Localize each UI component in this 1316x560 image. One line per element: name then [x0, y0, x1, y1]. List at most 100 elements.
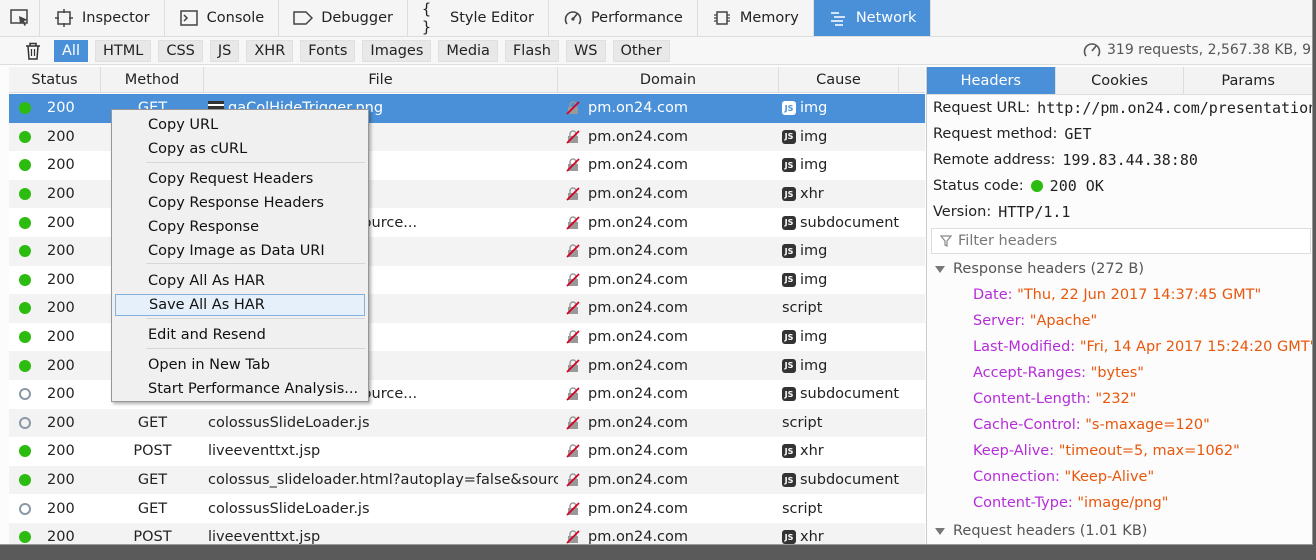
filter-all[interactable]: All: [54, 39, 88, 62]
cause-cell: script: [779, 415, 925, 431]
performance-icon: [563, 8, 583, 28]
status-code: 200: [47, 271, 75, 288]
insecure-lock-icon: [566, 101, 580, 115]
cause-type: subdocument: [800, 214, 900, 231]
filter-fonts[interactable]: Fonts: [300, 39, 356, 62]
request-headers-title: Request headers (1.01 KB): [953, 523, 1148, 539]
status-cell: 200: [9, 443, 101, 459]
request-row[interactable]: 200 POST liveeventtxt.jsp pm.on24.com JS xhr: [9, 522, 925, 545]
cause-type: img: [800, 243, 828, 260]
status-code: 200: [47, 128, 75, 145]
domain-cell: pm.on24.com: [558, 443, 779, 459]
cause-cell: JS img: [779, 129, 925, 145]
tab-debugger[interactable]: Debugger: [279, 0, 408, 36]
tab-headers[interactable]: Headers: [927, 67, 1056, 94]
col-domain[interactable]: Domain: [558, 67, 779, 92]
method-cell: POST: [133, 529, 172, 545]
status-code-row: Status code: 200 OK: [933, 177, 1104, 195]
menu-item-copy-url[interactable]: Copy URL: [115, 114, 365, 136]
menu-separator: [146, 348, 365, 349]
clear-button[interactable]: [20, 42, 46, 60]
request-row[interactable]: 200 GET colossusSlideLoader.js pm.on24.com s…: [9, 408, 925, 438]
menu-item-save-all-as-har[interactable]: Save All As HAR: [115, 294, 365, 316]
filter-html[interactable]: HTML: [94, 39, 152, 62]
menu-item-copy-response-headers[interactable]: Copy Response Headers: [115, 192, 365, 214]
menu-item-copy-as-curl[interactable]: Copy as cURL: [115, 138, 365, 160]
tab-console[interactable]: Console: [165, 0, 280, 36]
filter-other[interactable]: Other: [612, 39, 670, 62]
status-code: 200: [47, 386, 75, 403]
network-icon: [828, 8, 848, 28]
domain-cell: pm.on24.com: [558, 215, 779, 231]
menu-item-copy-image-as-data-uri[interactable]: Copy Image as Data URI: [115, 240, 365, 262]
menu-item-copy-all-as-har[interactable]: Copy All As HAR: [115, 270, 365, 292]
col-status[interactable]: Status: [9, 67, 101, 92]
filter-headers-input[interactable]: Filter headers: [931, 228, 1311, 254]
status-ok-icon: [1030, 180, 1043, 192]
filter-js[interactable]: JS: [209, 39, 240, 62]
expand-icon: [935, 527, 945, 535]
menu-item-open-in-new-tab[interactable]: Open in New Tab: [115, 354, 365, 376]
status-code: 200: [47, 443, 75, 460]
request-method-label: Request method:: [933, 126, 1058, 142]
version-row: Version: HTTP/1.1: [933, 203, 1070, 221]
status-cell: 200: [9, 272, 101, 288]
insecure-lock-icon: [566, 530, 580, 544]
menu-item-copy-request-headers[interactable]: Copy Request Headers: [115, 168, 365, 190]
menu-item-edit-and-resend[interactable]: Edit and Resend: [115, 324, 365, 346]
domain-name: pm.on24.com: [588, 529, 689, 545]
domain-cell: pm.on24.com: [558, 243, 779, 259]
insecure-lock-icon: [566, 273, 580, 287]
tab-label: Console: [206, 10, 265, 26]
tab-network[interactable]: Network: [813, 0, 932, 36]
js-badge-icon: JS: [782, 129, 796, 144]
domain-cell: pm.on24.com: [558, 415, 779, 431]
domain-cell: pm.on24.com: [558, 300, 779, 316]
tab-params[interactable]: Params: [1184, 67, 1312, 94]
col-method[interactable]: Method: [101, 67, 204, 92]
domain-cell: pm.on24.com: [558, 472, 779, 488]
filter-media[interactable]: Media: [438, 39, 498, 62]
request-row[interactable]: 200 GET colossus_slideloader.html?autoplay…: [9, 465, 925, 495]
tab-label: Performance: [590, 10, 683, 26]
tab-style-editor[interactable]: { } Style Editor: [408, 0, 549, 36]
element-picker-button[interactable]: [0, 0, 40, 36]
response-headers-toggle[interactable]: Response headers (272 B): [935, 261, 1144, 277]
request-row[interactable]: 200 GET colossusSlideLoader.js pm.on24.com s…: [9, 494, 925, 523]
menu-item-copy-response[interactable]: Copy Response: [115, 216, 365, 238]
tab-cookies[interactable]: Cookies: [1056, 67, 1185, 94]
trash-icon: [26, 42, 40, 60]
cause-cell: JS img: [779, 272, 925, 288]
domain-cell: pm.on24.com: [558, 272, 779, 288]
filter-images[interactable]: Images: [362, 39, 432, 62]
col-file[interactable]: File: [204, 67, 558, 92]
tab-performance[interactable]: Performance: [549, 0, 698, 36]
devtools-window: Inspector Console Debugger { } Style Edi…: [0, 0, 1313, 545]
col-timeline: [899, 67, 925, 92]
file-name: liveeventtxt.jsp: [208, 443, 321, 460]
cause-type: xhr: [800, 529, 824, 545]
insecure-lock-icon: [566, 358, 580, 373]
domain-cell: pm.on24.com: [558, 501, 779, 517]
request-row[interactable]: 200 POST liveeventtxt.jsp pm.on24.com JS xhr: [9, 437, 925, 466]
domain-cell: pm.on24.com: [558, 386, 779, 402]
cause-type: xhr: [800, 186, 824, 203]
filter-xhr[interactable]: XHR: [246, 39, 294, 62]
menu-item-start-performance-analysis[interactable]: Start Performance Analysis...: [115, 378, 365, 400]
tab-memory[interactable]: Memory: [698, 0, 814, 36]
filter-flash[interactable]: Flash: [504, 39, 559, 62]
status-code-label: Status code:: [933, 178, 1024, 194]
tab-inspector[interactable]: Inspector: [40, 0, 165, 36]
header-value: "Keep-Alive": [1064, 469, 1155, 485]
col-cause[interactable]: Cause: [779, 67, 899, 92]
filter-ws[interactable]: WS: [565, 39, 606, 62]
status-code: 200: [47, 243, 75, 260]
filter-css[interactable]: CSS: [158, 39, 203, 62]
domain-name: pm.on24.com: [588, 186, 689, 203]
performance-analysis-icon[interactable]: [1083, 41, 1101, 59]
devtools-toolbar: Inspector Console Debugger { } Style Edi…: [0, 0, 1312, 37]
request-headers-toggle[interactable]: Request headers (1.01 KB): [935, 523, 1147, 539]
status-dot-icon: [19, 159, 31, 172]
file-cell: liveeventtxt.jsp: [204, 529, 558, 544]
js-badge-icon: JS: [782, 444, 796, 459]
